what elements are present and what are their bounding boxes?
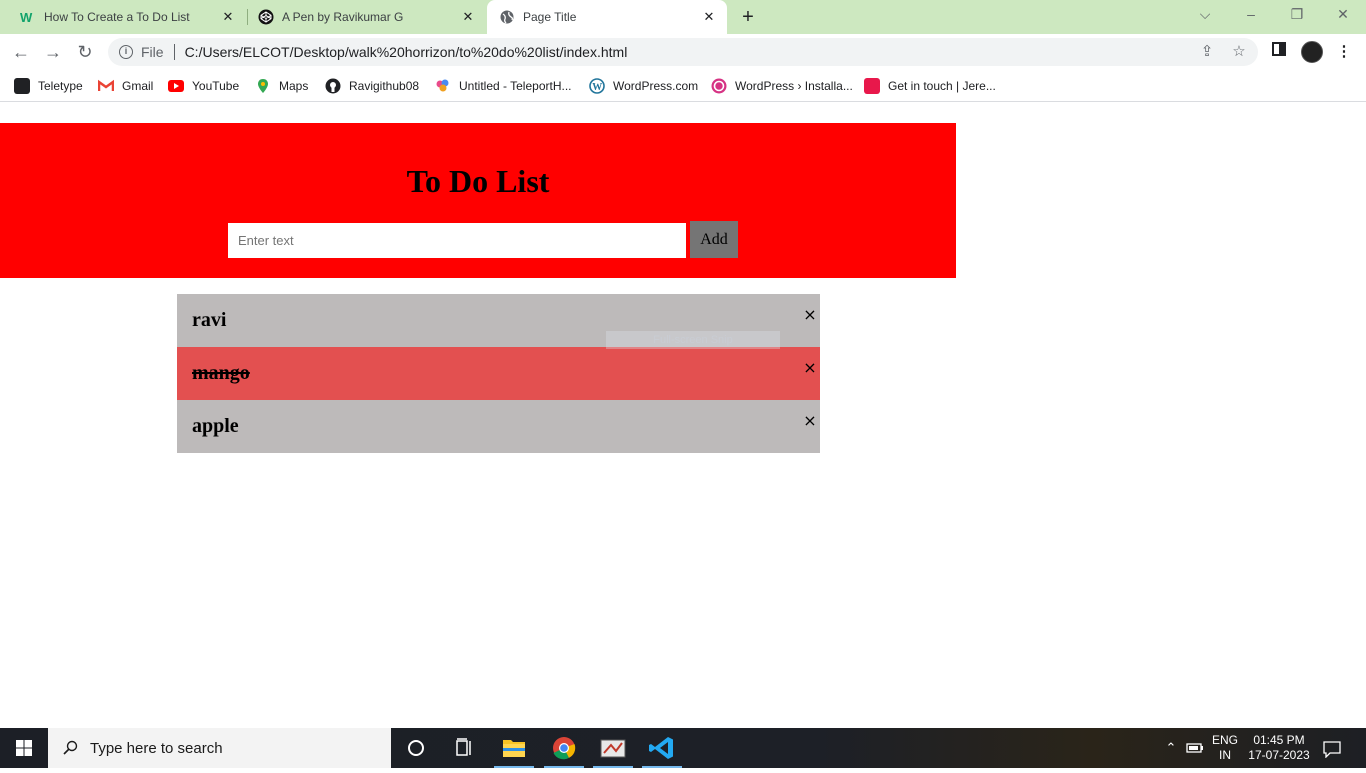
tray-overflow-icon[interactable]: ⌃ — [1161, 728, 1181, 768]
vscode-icon[interactable] — [638, 728, 686, 768]
cortana-icon[interactable] — [392, 728, 440, 768]
bookmark-jere[interactable]: Get in touch | Jere... — [864, 76, 996, 96]
bookmark-label: Maps — [279, 79, 309, 93]
svg-text:W: W — [592, 82, 602, 93]
search-icon — [62, 740, 78, 756]
todo-list: ravi × mango × apple × — [177, 294, 820, 453]
battery-icon[interactable] — [1185, 740, 1205, 756]
maps-icon — [255, 78, 271, 94]
tab-title: Page Title — [523, 10, 577, 24]
tab-title: How To Create a To Do List — [44, 10, 190, 24]
language-indicator[interactable]: ENG IN — [1208, 728, 1242, 768]
close-icon[interactable]: × — [802, 412, 818, 430]
side-panel-icon[interactable] — [1269, 42, 1289, 62]
tab-page-title[interactable]: Page Title ✕ — [487, 0, 727, 34]
new-tab-icon[interactable]: + — [738, 7, 758, 27]
notification-icon[interactable] — [1322, 740, 1344, 759]
bookmark-teleporthq[interactable]: Untitled - TeleportH... — [435, 76, 572, 96]
bookmark-youtube[interactable]: YouTube — [168, 76, 239, 96]
search-placeholder: Type here to search — [90, 739, 223, 757]
browser-toolbar: ← → ↻ i File C:/Users/ELCOT/Desktop/walk… — [0, 34, 1366, 70]
bookmark-label: Gmail — [122, 79, 154, 93]
minimize-icon[interactable]: – — [1241, 6, 1261, 22]
forward-icon[interactable]: → — [43, 42, 63, 62]
tab-close-icon[interactable]: ✕ — [701, 9, 717, 25]
wix-icon: W — [20, 9, 36, 25]
bookmark-star-icon[interactable]: ☆ — [1230, 43, 1248, 61]
lang-bottom: IN — [1219, 748, 1231, 762]
wordpress-install-icon — [711, 78, 727, 94]
bookmarks-bar: Teletype Gmail YouTube Maps Ravigithub08… — [0, 70, 1366, 102]
lang-top: ENG — [1211, 733, 1238, 747]
menu-icon[interactable]: ⋮ — [1334, 42, 1354, 62]
tab-how-to-create[interactable]: W How To Create a To Do List ✕ — [8, 0, 246, 34]
profile-avatar[interactable] — [1301, 41, 1323, 63]
clock-time: 01:45 PM — [1253, 733, 1305, 747]
teleporthq-icon — [435, 78, 451, 94]
site-info-icon[interactable]: i — [119, 45, 133, 59]
gmail-icon — [97, 78, 115, 94]
close-window-icon[interactable]: ✕ — [1333, 6, 1353, 23]
address-divider — [173, 44, 175, 60]
reload-icon[interactable]: ↻ — [75, 42, 95, 62]
bookmark-teletype[interactable]: Teletype — [14, 76, 83, 96]
todo-input[interactable] — [228, 223, 686, 258]
clock[interactable]: 01:45 PM 17-07-2023 — [1246, 728, 1312, 768]
list-item-checked[interactable]: mango × — [177, 347, 820, 400]
bookmark-label: Untitled - TeleportH... — [459, 79, 572, 93]
item-text: apple — [192, 415, 239, 437]
address-bar[interactable]: i File C:/Users/ELCOT/Desktop/walk%20hor… — [108, 38, 1258, 66]
taskbar-search[interactable]: Type here to search — [48, 728, 391, 768]
bookmark-wordpress-install[interactable]: WordPress › Installa... — [711, 76, 853, 96]
snip-overlay: Full-screen Snip — [606, 331, 780, 349]
page-title: To Do List — [406, 163, 550, 199]
close-icon[interactable]: × — [802, 306, 818, 324]
taskbar: Type here to search ⌃ ENG IN 01:45 PM 17… — [0, 728, 1366, 768]
bookmark-label: Ravigithub08 — [349, 79, 420, 93]
item-text: mango — [192, 362, 250, 384]
url-text[interactable]: C:/Users/ELCOT/Desktop/walk%20horrizon/t… — [185, 44, 628, 60]
bookmark-label: Teletype — [38, 79, 83, 93]
tab-strip: W How To Create a To Do List ✕ A Pen by … — [0, 0, 1366, 34]
tab-a-pen[interactable]: A Pen by Ravikumar G ✕ — [248, 0, 486, 34]
bookmark-wordpress[interactable]: W WordPress.com — [589, 76, 698, 96]
clock-date: 17-07-2023 — [1248, 748, 1310, 762]
bookmark-gmail[interactable]: Gmail — [97, 76, 154, 96]
snipping-tool-icon[interactable] — [589, 728, 637, 768]
github-icon — [325, 78, 341, 94]
bookmark-label: YouTube — [192, 79, 240, 93]
tab-search-icon[interactable]: ⌵ — [1195, 6, 1215, 23]
bookmark-github[interactable]: Ravigithub08 — [325, 76, 419, 96]
jere-icon — [864, 78, 880, 94]
task-view-icon[interactable] — [440, 728, 488, 768]
share-icon[interactable]: ⇪ — [1198, 43, 1216, 61]
tab-title: A Pen by Ravikumar G — [282, 10, 404, 24]
scheme-label: File — [141, 44, 164, 60]
codepen-icon — [258, 9, 274, 25]
bookmark-label: Get in touch | Jere... — [888, 79, 996, 93]
close-icon[interactable]: × — [802, 359, 818, 377]
add-button[interactable]: Add — [690, 221, 738, 258]
globe-icon — [499, 9, 515, 25]
back-icon[interactable]: ← — [11, 42, 31, 62]
list-item[interactable]: apple × — [177, 400, 820, 453]
chrome-icon[interactable] — [540, 728, 588, 768]
teletype-icon — [14, 78, 30, 94]
windows-start-icon[interactable] — [0, 728, 48, 768]
restore-icon[interactable]: ❐ — [1287, 6, 1307, 23]
tab-close-icon[interactable]: ✕ — [220, 9, 236, 25]
bookmark-label: WordPress.com — [613, 79, 699, 93]
svg-text:W: W — [20, 10, 33, 25]
todo-header: To Do List Add — [0, 123, 956, 278]
item-text: ravi — [192, 309, 227, 331]
tab-close-icon[interactable]: ✕ — [460, 9, 476, 25]
youtube-icon — [168, 80, 184, 92]
bookmark-label: WordPress › Installa... — [735, 79, 853, 93]
file-explorer-icon[interactable] — [490, 728, 538, 768]
wordpress-icon: W — [589, 78, 605, 94]
bookmark-maps[interactable]: Maps — [255, 76, 308, 96]
